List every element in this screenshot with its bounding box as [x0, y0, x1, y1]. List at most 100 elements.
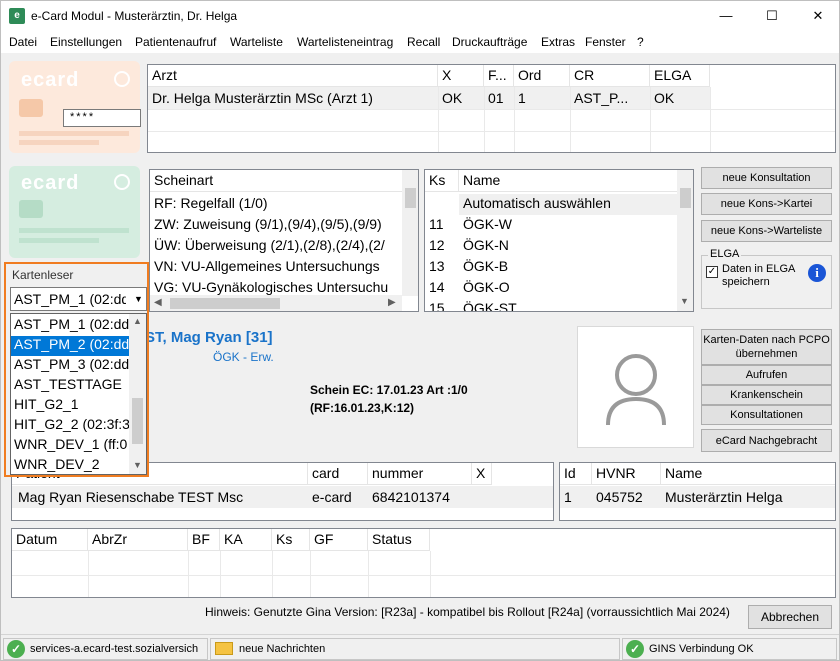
status-messages-panel[interactable]: neue Nachrichten: [210, 638, 620, 660]
grid-line: [514, 87, 515, 152]
col-header-nummer[interactable]: nummer: [368, 463, 472, 485]
col-header-cr[interactable]: CR: [570, 65, 650, 87]
table-row[interactable]: Dr. Helga Musterärztin MSc (Arzt 1) OK 0…: [148, 87, 710, 109]
col-header-arzt[interactable]: Arzt: [148, 65, 438, 87]
dropdown-option[interactable]: AST_TESTTAGE: [11, 376, 129, 396]
card-stripe: [19, 140, 99, 145]
patient-full-name: Mag Ryan Riesenschabe TEST Msc: [18, 489, 244, 505]
horizontal-scrollbar[interactable]: ◀ ▶: [150, 295, 402, 311]
vertical-scrollbar[interactable]: ▲ ▼: [129, 314, 146, 474]
dropdown-option[interactable]: WNR_DEV_2: [11, 456, 129, 474]
col-header-x[interactable]: X: [438, 65, 484, 87]
neue-kons-kartei-button[interactable]: neue Kons->Kartei: [701, 193, 832, 215]
close-button[interactable]: ✕: [795, 1, 839, 31]
col-header-status[interactable]: Status: [368, 529, 430, 551]
card-stripe: [19, 228, 129, 233]
card-stripe: [19, 238, 99, 243]
status-messages-text: neue Nachrichten: [239, 643, 326, 655]
scroll-left-icon[interactable]: ◀: [154, 297, 162, 308]
table-row[interactable]: 1 045752 Musterärztin Helga: [560, 486, 835, 508]
scroll-down-icon[interactable]: ▼: [680, 296, 689, 306]
menu-patientenaufruf[interactable]: Patientenaufruf: [135, 35, 216, 49]
krankenkasse-list[interactable]: Ks Name Automatisch auswählen 11 ÖGK-W 1…: [424, 169, 694, 312]
menu-recall[interactable]: Recall: [407, 35, 440, 49]
list-item[interactable]: ÖGK-N: [459, 236, 677, 257]
menu-datei[interactable]: Datei: [9, 35, 37, 49]
col-header-f[interactable]: F...: [484, 65, 514, 87]
list-item[interactable]: ÖGK-O: [459, 278, 677, 299]
hv-hvnr: 045752: [596, 489, 643, 505]
scroll-thumb[interactable]: [170, 298, 280, 309]
col-header-name[interactable]: Name: [661, 463, 835, 485]
col-header-ka[interactable]: KA: [220, 529, 272, 551]
grid-line: [484, 87, 485, 152]
col-header-ks[interactable]: Ks: [425, 170, 459, 192]
list-item[interactable]: VN: VU-Allgemeines Untersuchungs: [150, 257, 400, 278]
list-item[interactable]: ÖGK-B: [459, 257, 677, 278]
vertical-scrollbar[interactable]: ▼: [677, 170, 693, 311]
menu-einstellungen[interactable]: Einstellungen: [50, 35, 122, 49]
menu-extras[interactable]: Extras: [541, 35, 575, 49]
kartenleser-select[interactable]: AST_PM_1 (02:dd ▼: [10, 287, 147, 311]
menu-fenster[interactable]: Fenster: [585, 35, 626, 49]
dropdown-option[interactable]: HIT_G2_2 (02:3f:3: [11, 416, 129, 436]
elga-checkbox[interactable]: ✓: [706, 266, 718, 278]
menu-wartelisteneintrag[interactable]: Wartelisteneintrag: [297, 35, 393, 49]
scroll-thumb[interactable]: [680, 188, 691, 208]
konsultationen-button[interactable]: Konsultationen: [701, 405, 832, 425]
ecard-nachgebracht-button[interactable]: eCard Nachgebracht: [701, 429, 832, 452]
maximize-button[interactable]: ☐: [749, 1, 795, 31]
col-header-name[interactable]: Name: [459, 170, 677, 192]
dropdown-option[interactable]: AST_PM_3 (02:dd: [11, 356, 129, 376]
scroll-up-icon[interactable]: ▲: [133, 316, 142, 326]
dropdown-option[interactable]: WNR_DEV_1 (ff:0: [11, 436, 129, 456]
rf-info: (RF:16.01.23,K:12): [310, 401, 415, 415]
kartenleser-dropdown-list[interactable]: AST_PM_1 (02:dd AST_PM_2 (02:dd AST_PM_3…: [10, 313, 147, 475]
info-icon[interactable]: i: [808, 264, 826, 282]
col-header-card[interactable]: card: [308, 463, 368, 485]
list-item[interactable]: ÖGK-ST: [459, 299, 677, 311]
col-header-ord[interactable]: Ord: [514, 65, 570, 87]
aufrufen-button[interactable]: Aufrufen: [701, 365, 832, 385]
minimize-button[interactable]: —: [703, 1, 749, 31]
col-header-datum[interactable]: Datum: [12, 529, 88, 551]
list-item[interactable]: Automatisch auswählen: [459, 194, 677, 215]
scroll-down-icon[interactable]: ▼: [133, 460, 142, 470]
col-header-elga[interactable]: ELGA: [650, 65, 710, 87]
window-title: e-Card Modul - Musterärztin, Dr. Helga: [31, 9, 238, 23]
list-item[interactable]: ÖGK-W: [459, 215, 677, 236]
col-header-ks[interactable]: Ks: [272, 529, 310, 551]
karten-daten-pcpo-button[interactable]: Karten-Daten nach PCPO übernehmen: [701, 329, 832, 365]
menu-help[interactable]: ?: [637, 35, 644, 49]
list-item[interactable]: ÜW: Überweisung (2/1),(2/8),(2/4),(2/: [150, 236, 400, 257]
col-header-x[interactable]: X: [472, 463, 492, 485]
ecard-image: ecard: [9, 166, 140, 258]
list-item[interactable]: RF: Regelfall (1/0): [150, 194, 400, 215]
menu-druckauftraege[interactable]: Druckaufträge: [452, 35, 527, 49]
dropdown-option-highlighted[interactable]: AST_PM_2 (02:dd: [11, 336, 129, 356]
scroll-thumb[interactable]: [405, 188, 416, 208]
col-header-hvnr[interactable]: HVNR: [592, 463, 661, 485]
col-header-abrzr[interactable]: AbrZr: [88, 529, 188, 551]
col-header-bf[interactable]: BF: [188, 529, 220, 551]
abbrechen-button[interactable]: Abbrechen: [748, 605, 832, 629]
scroll-right-icon[interactable]: ▶: [388, 297, 396, 308]
list-item[interactable]: ZW: Zuweisung (9/1),(9/4),(9/5),(9/9): [150, 215, 400, 236]
chevron-down-icon[interactable]: ▼: [131, 289, 146, 309]
pin-field[interactable]: ****: [63, 109, 141, 127]
neue-konsultation-button[interactable]: neue Konsultation: [701, 167, 832, 189]
scroll-thumb[interactable]: [132, 398, 143, 444]
table-row[interactable]: Mag Ryan Riesenschabe TEST Msc e-card 68…: [12, 486, 553, 508]
neue-kons-warteliste-button[interactable]: neue Kons->Warteliste: [701, 220, 832, 242]
menu-warteliste[interactable]: Warteliste: [230, 35, 283, 49]
col-header-id[interactable]: Id: [560, 463, 592, 485]
col-header-gf[interactable]: GF: [310, 529, 368, 551]
grid-line: [438, 87, 439, 152]
dropdown-option[interactable]: AST_PM_1 (02:dd: [11, 316, 129, 336]
dropdown-option[interactable]: HIT_G2_1: [11, 396, 129, 416]
ks-code: 13: [429, 258, 445, 274]
scheinart-list[interactable]: Scheinart RF: Regelfall (1/0) ZW: Zuweis…: [149, 169, 419, 312]
grid-line: [272, 551, 273, 597]
krankenschein-button[interactable]: Krankenschein: [701, 385, 832, 405]
vertical-scrollbar[interactable]: [402, 170, 418, 296]
